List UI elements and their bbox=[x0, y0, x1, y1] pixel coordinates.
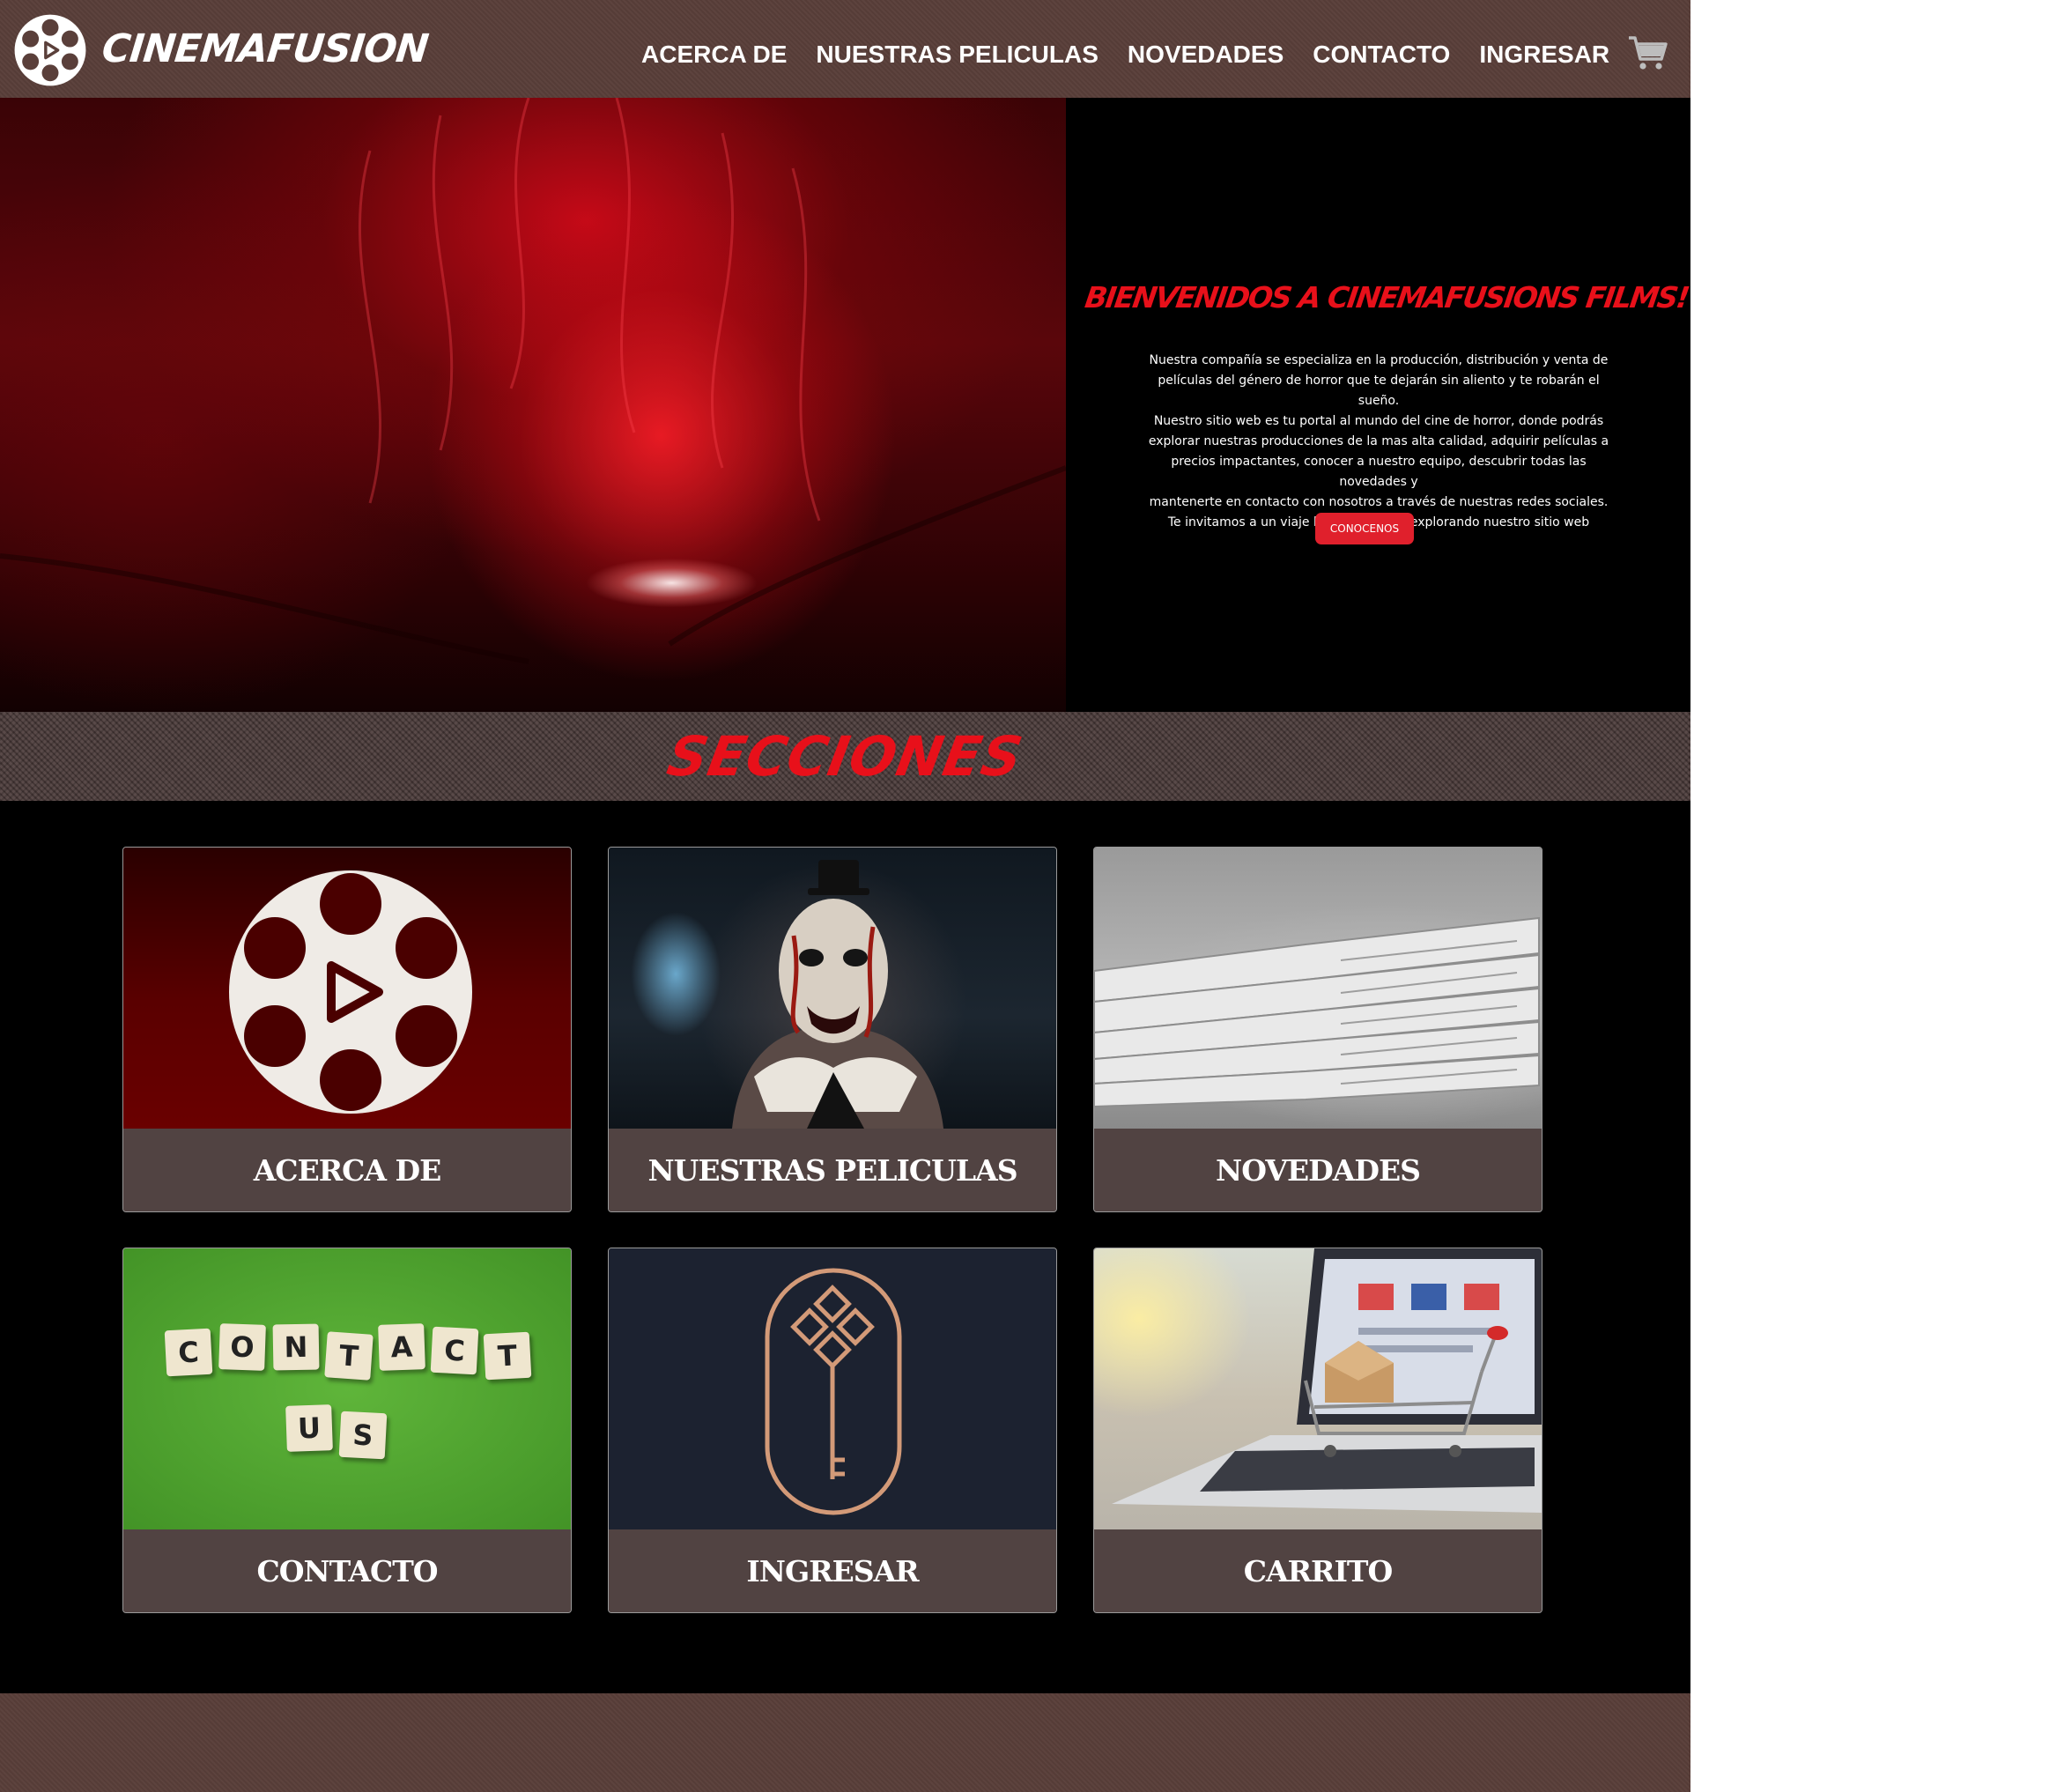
shopping-cart-laptop-photo bbox=[1094, 1248, 1542, 1529]
section-card-carrito[interactable]: CARRITO bbox=[1093, 1248, 1542, 1613]
brand-name[interactable]: CINEMAFUSION bbox=[100, 23, 431, 76]
scrabble-tile: O bbox=[218, 1323, 266, 1371]
hero-line: explorar nuestras producciones de la mas… bbox=[1148, 434, 1609, 448]
hero-description: Nuestra compañía se especializa en la pr… bbox=[1136, 351, 1621, 533]
hero-line: películas del género de horror que te de… bbox=[1158, 374, 1600, 408]
scrabble-tile: T bbox=[483, 1331, 532, 1381]
hero-line: precios impactantes, conocer a nuestro e… bbox=[1171, 455, 1587, 489]
conocenos-button[interactable]: CONOCENOS bbox=[1315, 513, 1414, 544]
section-card-contacto[interactable]: CONTACTUS CONTACTO bbox=[122, 1248, 572, 1613]
film-reel-logo-icon[interactable] bbox=[12, 12, 88, 88]
scrabble-tile: N bbox=[272, 1323, 320, 1371]
nav-contacto[interactable]: CONTACTO bbox=[1313, 41, 1450, 69]
site-header: CINEMAFUSION ACERCA DE NUESTRAS PELICULA… bbox=[0, 0, 1690, 98]
key-image bbox=[609, 1248, 1056, 1529]
card-label: NUESTRAS PELICULAS bbox=[609, 1129, 1056, 1211]
card-label: CARRITO bbox=[1094, 1529, 1542, 1612]
hero-title: BIENVENIDOS A CINEMAFUSIONS FILMS! bbox=[1083, 280, 1690, 315]
scrabble-tile: T bbox=[324, 1331, 374, 1381]
sections-title: SECCIONES bbox=[662, 724, 1028, 789]
hero-line: mantenerte en contacto con nosotros a tr… bbox=[1149, 495, 1609, 509]
card-label: ACERCA DE bbox=[123, 1129, 571, 1211]
card-label: INGRESAR bbox=[609, 1529, 1056, 1612]
section-card-acerca-de[interactable]: ACERCA DE bbox=[122, 847, 572, 1212]
site-footer bbox=[0, 1693, 1690, 1792]
hero-line: Nuestra compañía se especializa en la pr… bbox=[1149, 353, 1609, 367]
film-reel-icon bbox=[229, 870, 472, 1114]
card-label: NOVEDADES bbox=[1094, 1129, 1542, 1211]
nav-ingresar[interactable]: INGRESAR bbox=[1479, 41, 1609, 69]
shopping-cart-icon[interactable] bbox=[1626, 32, 1668, 74]
horror-clown-photo bbox=[609, 848, 1056, 1129]
sections-band: SECCIONES bbox=[0, 712, 1690, 801]
scrabble-tile: S bbox=[338, 1411, 388, 1460]
nav-acerca-de[interactable]: ACERCA DE bbox=[641, 41, 787, 69]
section-card-nuestras-peliculas[interactable]: NUESTRAS PELICULAS bbox=[608, 847, 1057, 1212]
scrabble-tile: C bbox=[430, 1326, 479, 1375]
key-icon bbox=[765, 1268, 902, 1515]
contact-us-scrabble-photo: CONTACTUS bbox=[123, 1248, 571, 1529]
nav-nuestras-peliculas[interactable]: NUESTRAS PELICULAS bbox=[816, 41, 1098, 69]
section-card-novedades[interactable]: NOVEDADES bbox=[1093, 847, 1542, 1212]
scrabble-tile: U bbox=[285, 1404, 333, 1452]
film-reel-image bbox=[123, 848, 571, 1129]
scrabble-tile: A bbox=[378, 1323, 425, 1371]
hero-line: Nuestro sitio web es tu portal al mundo … bbox=[1153, 414, 1604, 428]
nav-novedades[interactable]: NOVEDADES bbox=[1128, 41, 1284, 69]
newspaper-stack-photo bbox=[1094, 848, 1542, 1129]
main-nav: ACERCA DE NUESTRAS PELICULAS NOVEDADES C… bbox=[641, 37, 1639, 72]
section-card-ingresar[interactable]: INGRESAR bbox=[608, 1248, 1057, 1613]
scrabble-tile: C bbox=[164, 1328, 213, 1377]
hero-image bbox=[0, 98, 1066, 712]
card-label: CONTACTO bbox=[123, 1529, 571, 1612]
page: CINEMAFUSION ACERCA DE NUESTRAS PELICULA… bbox=[0, 0, 1690, 1792]
